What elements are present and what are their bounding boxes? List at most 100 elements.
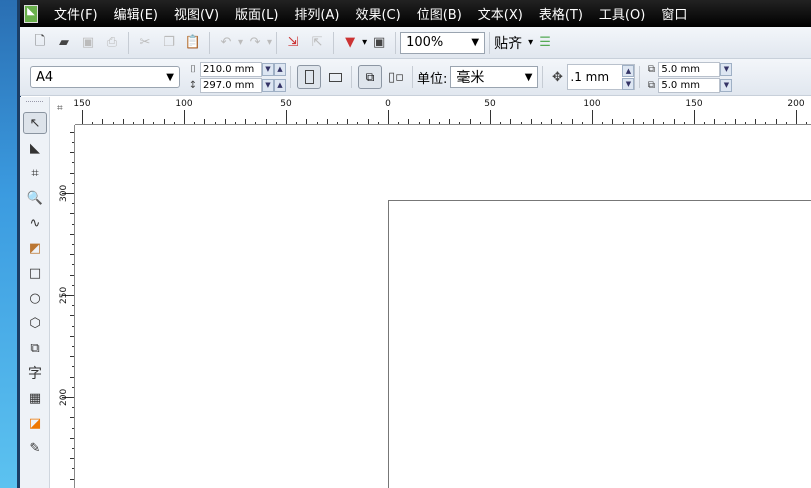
menu-view[interactable]: 视图(V) bbox=[174, 4, 219, 23]
import-icon[interactable]: ⇲ bbox=[285, 35, 301, 51]
copy-icon[interactable]: ❐ bbox=[161, 35, 177, 51]
page-size-select[interactable]: A4 ▼ bbox=[30, 66, 180, 88]
welcome-screen-icon[interactable]: ▣ bbox=[371, 35, 387, 51]
options-icon[interactable]: ☰ bbox=[537, 35, 553, 51]
ruler-tick bbox=[72, 305, 74, 307]
menu-tools[interactable]: 工具(O) bbox=[599, 4, 645, 23]
menu-bitmaps[interactable]: 位图(B) bbox=[417, 4, 462, 23]
cut-icon[interactable]: ✂ bbox=[137, 35, 153, 51]
rectangle-tool-icon[interactable]: □ bbox=[23, 262, 47, 284]
page-width-input[interactable]: 210.0 mm bbox=[200, 61, 262, 77]
ruler-tick bbox=[214, 122, 216, 124]
unit-label: 单位: bbox=[417, 71, 448, 87]
menu-layout[interactable]: 版面(L) bbox=[235, 4, 278, 23]
ruler-tick bbox=[70, 478, 74, 480]
table-tool-icon[interactable]: ▦ bbox=[23, 387, 47, 409]
units-select[interactable]: 毫米 ▼ bbox=[450, 66, 539, 88]
ruler-tick bbox=[520, 122, 522, 124]
print-icon[interactable]: ⎙ bbox=[104, 35, 120, 51]
ellipse-tool-icon[interactable]: ○ bbox=[23, 287, 47, 309]
ruler-tick bbox=[72, 162, 74, 164]
ruler-tick bbox=[70, 315, 74, 317]
freehand-tool-icon[interactable]: ∿ bbox=[23, 212, 47, 234]
spin-up[interactable]: ▲ bbox=[274, 78, 286, 92]
menu-arrange[interactable]: 排列(A) bbox=[294, 4, 339, 23]
text-tool-icon[interactable]: 字 bbox=[23, 362, 47, 384]
menu-table[interactable]: 表格(T) bbox=[539, 4, 583, 23]
landscape-button[interactable] bbox=[327, 69, 343, 85]
current-page-button[interactable]: ▯▫ bbox=[388, 69, 404, 85]
spin-up[interactable]: ▲ bbox=[274, 62, 286, 76]
menu-window[interactable]: 窗口 bbox=[661, 4, 687, 23]
ruler-tick bbox=[70, 233, 74, 235]
snap-to-button[interactable]: 贴齐 bbox=[494, 33, 522, 53]
smart-fill-tool-icon[interactable]: ◩ bbox=[23, 237, 47, 259]
chevron-down-icon[interactable]: ▾ bbox=[267, 37, 272, 48]
new-icon[interactable]: 🗋 bbox=[32, 34, 48, 51]
ruler-tick bbox=[72, 366, 74, 368]
ruler-tick bbox=[163, 119, 165, 124]
chevron-down-icon[interactable]: ▾ bbox=[238, 37, 243, 48]
ruler-tick bbox=[653, 119, 655, 124]
ruler-tick bbox=[479, 122, 481, 124]
eyedropper-tool-icon[interactable]: ✎ bbox=[23, 437, 47, 459]
ruler-tick bbox=[683, 122, 685, 124]
app-icon[interactable]: ◣ bbox=[24, 4, 38, 23]
menu-file[interactable]: 文件(F) bbox=[54, 4, 98, 23]
redo-icon[interactable]: ↷ bbox=[247, 35, 263, 51]
width-icon: ⌷ bbox=[190, 63, 196, 75]
open-icon[interactable]: ▰ bbox=[56, 35, 72, 51]
toolbox-grip[interactable] bbox=[26, 101, 43, 110]
nudge-distance-input[interactable]: .1 mm ▲ ▼ bbox=[567, 64, 636, 90]
horizontal-ruler[interactable]: 150 100 50 0 50 100 150 200 bbox=[73, 97, 811, 125]
spin-up[interactable]: ▲ bbox=[622, 64, 635, 77]
ruler-label: 150 bbox=[685, 99, 703, 109]
spin-down[interactable]: ▼ bbox=[720, 78, 733, 92]
polygon-tool-icon[interactable]: ⬡ bbox=[23, 312, 47, 334]
ruler-tick bbox=[275, 122, 277, 124]
page-height-input[interactable]: 297.0 mm bbox=[200, 77, 262, 93]
interactive-tool-icon[interactable]: ◪ bbox=[23, 412, 47, 434]
ruler-tick bbox=[153, 122, 155, 124]
ruler-tick bbox=[72, 142, 74, 143]
chevron-down-icon[interactable]: ▾ bbox=[362, 37, 367, 48]
spin-down[interactable]: ▼ bbox=[622, 77, 635, 90]
vertical-ruler[interactable]: 300 250 200 bbox=[50, 125, 75, 488]
divider bbox=[290, 66, 291, 88]
portrait-button[interactable] bbox=[297, 65, 321, 89]
spin-down[interactable]: ▼ bbox=[262, 62, 274, 76]
duplicate-y-input[interactable]: 5.0 mm bbox=[658, 77, 721, 93]
crop-tool-icon[interactable]: ⌗ bbox=[23, 162, 47, 184]
ruler-tick bbox=[449, 119, 451, 124]
zoom-level-select[interactable]: 100% ▼ bbox=[400, 31, 486, 54]
ruler-tick bbox=[72, 386, 74, 388]
save-icon[interactable]: ▣ bbox=[80, 35, 96, 51]
menu-edit[interactable]: 编辑(E) bbox=[114, 4, 158, 23]
ruler-tick bbox=[755, 119, 757, 124]
ruler-tick bbox=[459, 122, 461, 124]
chevron-down-icon[interactable]: ▾ bbox=[528, 37, 533, 48]
spin-down[interactable]: ▼ bbox=[720, 62, 733, 76]
ruler-label: 150 bbox=[73, 99, 91, 109]
ruler-tick bbox=[439, 122, 440, 124]
export-icon[interactable]: ⇱ bbox=[309, 35, 325, 51]
drawing-canvas[interactable] bbox=[76, 126, 811, 488]
ruler-tick bbox=[347, 119, 349, 124]
application-launcher-icon[interactable]: ▼ bbox=[342, 35, 358, 51]
ruler-tick bbox=[82, 110, 83, 124]
spin-down[interactable]: ▼ bbox=[262, 78, 274, 92]
basic-shapes-tool-icon[interactable]: ⧉ bbox=[23, 337, 47, 359]
ruler-tick bbox=[510, 119, 512, 124]
ruler-tick bbox=[357, 122, 359, 124]
duplicate-x-input[interactable]: 5.0 mm bbox=[658, 61, 721, 77]
all-pages-button[interactable]: ⧉ bbox=[358, 65, 382, 89]
paste-icon[interactable]: 📋 bbox=[185, 35, 201, 51]
menu-effects[interactable]: 效果(C) bbox=[355, 4, 400, 23]
undo-icon[interactable]: ↶ bbox=[218, 35, 234, 51]
shape-tool-icon[interactable]: ◣ bbox=[23, 137, 47, 159]
pick-tool-icon[interactable]: ↖ bbox=[23, 112, 47, 134]
ruler-tick bbox=[72, 284, 74, 286]
zoom-tool-icon[interactable]: 🔍 bbox=[23, 187, 47, 209]
nudge-value: .1 mm bbox=[570, 70, 610, 84]
menu-text[interactable]: 文本(X) bbox=[478, 4, 523, 23]
